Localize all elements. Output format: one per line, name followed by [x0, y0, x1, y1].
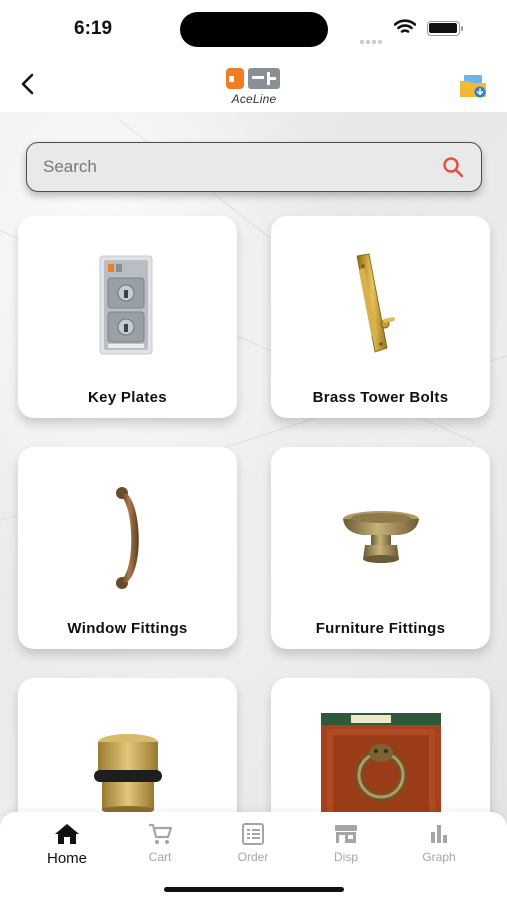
door-stopper-image	[94, 734, 162, 812]
nav-label-cart: Cart	[148, 850, 172, 864]
dynamic-island	[180, 12, 328, 47]
category-card-brass-tower-bolts[interactable]: Brass Tower Bolts	[271, 216, 490, 418]
app-screen: 6:19 AceLine Search Key Plates Brass Tow…	[0, 0, 507, 900]
category-card-furniture-fittings[interactable]: Furniture Fittings	[271, 447, 490, 649]
door-knocker-image	[321, 713, 441, 813]
app-header: AceLine	[0, 56, 507, 112]
category-label: Furniture Fittings	[315, 620, 446, 637]
cellular-signal-icon	[360, 31, 384, 49]
search-bar[interactable]	[26, 142, 482, 192]
category-card-key-plates[interactable]: Key Plates	[18, 216, 237, 418]
nav-label-home: Home	[46, 850, 87, 867]
brass-tower-bolt-image	[356, 253, 395, 353]
aceline-logo-mark	[226, 68, 280, 89]
order-icon	[242, 823, 264, 845]
store-icon	[335, 825, 357, 843]
status-time: 6:19	[74, 18, 113, 39]
graph-icon	[431, 825, 447, 843]
home-icon	[55, 824, 79, 844]
search-icon[interactable]	[441, 155, 465, 179]
home-indicator[interactable]	[164, 887, 344, 892]
battery-icon	[427, 21, 463, 36]
key-plates-image	[99, 255, 153, 355]
nav-item-home[interactable]: Home	[27, 822, 107, 872]
window-fitting-handle-image	[116, 487, 139, 589]
nav-label-order: Order	[237, 850, 269, 864]
catalog-download-icon[interactable]	[458, 72, 488, 100]
aceline-logo: AceLine	[218, 65, 290, 107]
nav-label-disp: Disp	[333, 850, 358, 864]
category-label: Key Plates	[88, 389, 167, 406]
category-card-window-fittings[interactable]: Window Fittings	[18, 447, 237, 649]
wifi-icon	[394, 19, 416, 33]
category-label: Window Fittings	[67, 620, 188, 637]
back-button[interactable]	[14, 70, 42, 98]
nav-label-graph: Graph	[422, 850, 456, 864]
search-input[interactable]	[43, 155, 423, 179]
nav-item-cart[interactable]: Cart	[120, 822, 200, 872]
furniture-knob-image	[343, 511, 419, 563]
category-label: Brass Tower Bolts	[312, 389, 449, 406]
logo-text: AceLine	[231, 92, 277, 106]
cart-icon	[149, 823, 173, 844]
status-bar: 6:19	[0, 0, 507, 56]
nav-item-disp[interactable]: Disp	[306, 822, 386, 872]
nav-item-graph[interactable]: Graph	[399, 822, 479, 872]
nav-item-order[interactable]: Order	[213, 822, 293, 872]
